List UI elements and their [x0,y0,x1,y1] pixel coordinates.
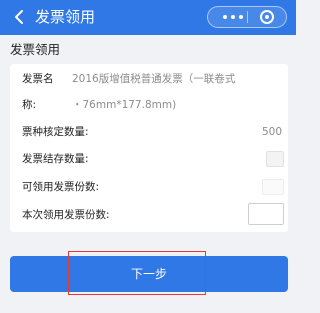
invoice-name-label-continued: 称: [22,99,37,111]
request-copies-label: 本次领用发票份数: [22,209,110,221]
request-copies-input[interactable] [248,203,284,225]
mini-program-capsule [207,6,287,28]
nav-bar: 发票领用 [0,0,296,35]
stock-qty-label: 发票结存数量: [22,153,89,165]
available-copies-value [262,179,284,195]
invoice-name-label: 发票名 [22,73,54,85]
capsule-divider [247,11,248,23]
target-circle-icon[interactable] [260,10,274,24]
available-copies-label: 可领用发票份数: [22,181,100,193]
chevron-left-icon[interactable] [12,9,28,25]
next-step-button[interactable]: 下一步 [10,256,288,292]
approved-qty-value: 500 [261,126,282,138]
next-step-label: 下一步 [130,267,167,281]
more-dots-icon[interactable] [220,12,246,22]
invoice-name-value: 2016版增值税普通发票（一联卷式 [72,73,236,85]
invoice-name-value-continued: ・76mm*177.8mm) [72,99,177,111]
approved-qty-label: 票种核定数量: [22,126,89,138]
stock-qty-value [266,151,284,167]
nav-title: 发票领用 [35,8,96,26]
invoice-form-card: 发票名 2016版增值税普通发票（一联卷式 称: ・76mm*177.8mm) … [10,64,288,232]
section-title: 发票领用 [10,42,61,57]
